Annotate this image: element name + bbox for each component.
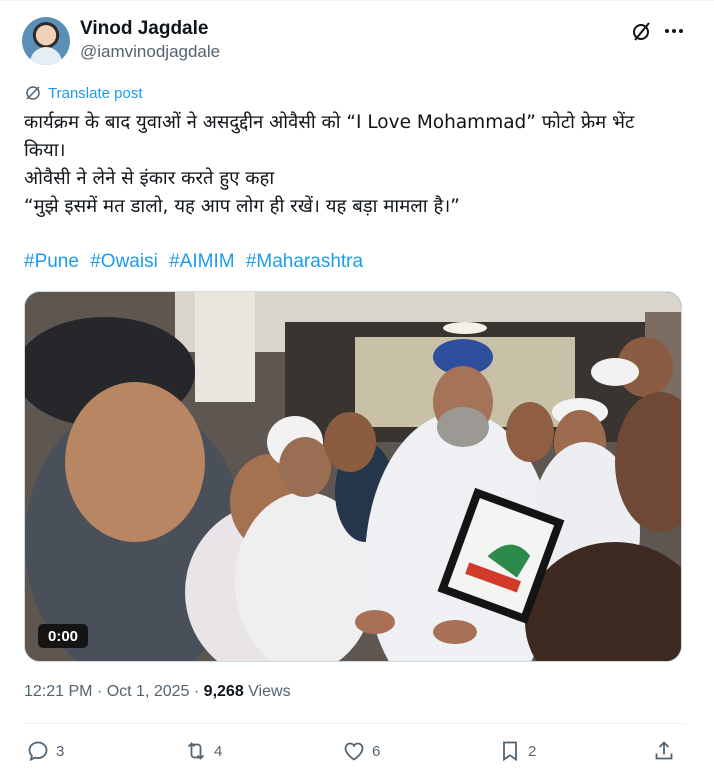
- video-thumbnail: [25, 292, 681, 661]
- share-icon: [655, 741, 673, 760]
- video-player[interactable]: [24, 291, 682, 662]
- post-date[interactable]: Oct 1, 2025: [107, 683, 190, 700]
- hashtag-link[interactable]: #Maharashtra: [246, 251, 363, 272]
- reply-count: 3: [56, 742, 65, 760]
- video-duration-badge: 0:00: [38, 624, 88, 648]
- hashtags: #Pune #Owaisi #AIMIM #Maharashtra: [24, 251, 369, 273]
- meta-separator: ·: [96, 683, 107, 700]
- avatar[interactable]: [22, 17, 70, 65]
- translate-post-link[interactable]: Translate post: [24, 84, 143, 102]
- author-name[interactable]: Vinod Jagdale: [80, 18, 208, 40]
- repost-icon: [187, 742, 205, 760]
- more-options-icon[interactable]: [662, 19, 686, 43]
- action-bar: 3 4 6 2: [0, 737, 714, 767]
- post-text: कार्यक्रम के बाद युवाओं ने असदुद्दीन ओवै…: [24, 109, 694, 221]
- views-count: 9,268: [203, 683, 244, 700]
- translate-label: Translate post: [48, 84, 143, 102]
- repost-count: 4: [214, 742, 223, 760]
- reply-icon: [28, 741, 48, 762]
- hashtag-link[interactable]: #Owaisi: [90, 251, 158, 272]
- like-button[interactable]: 6: [342, 737, 380, 765]
- post-line: ओवैसी ने लेने से इंकार करते हुए कहा: [24, 168, 275, 189]
- tweet-card: Vinod Jagdale @iamvinodjagdale Translate…: [0, 0, 714, 773]
- heart-icon: [344, 742, 364, 761]
- reply-button[interactable]: 3: [26, 737, 64, 765]
- post-line: किया।: [24, 140, 66, 161]
- bookmark-button[interactable]: 2: [498, 737, 536, 765]
- post-time[interactable]: 12:21 PM: [24, 683, 92, 700]
- share-button[interactable]: [652, 737, 676, 765]
- grok-icon[interactable]: [630, 19, 654, 43]
- views-label: Views: [248, 683, 291, 700]
- hashtag-link[interactable]: #Pune: [24, 251, 79, 272]
- bookmark-count: 2: [528, 742, 537, 760]
- post-line: “मुझे इसमें मत डालो, यह आप लोग ही रखें। …: [24, 196, 460, 217]
- translate-icon: [26, 86, 40, 100]
- hashtag-link[interactable]: #AIMIM: [169, 251, 234, 272]
- post-meta: 12:21 PM · Oct 1, 2025 · 9,268 Views: [24, 683, 291, 701]
- bookmark-icon: [503, 741, 517, 762]
- repost-button[interactable]: 4: [184, 737, 222, 765]
- meta-separator: ·: [193, 683, 204, 700]
- post-line: कार्यक्रम के बाद युवाओं ने असदुद्दीन ओवै…: [24, 112, 635, 133]
- like-count: 6: [372, 742, 381, 760]
- divider: [24, 723, 686, 724]
- author-handle[interactable]: @iamvinodjagdale: [80, 42, 220, 62]
